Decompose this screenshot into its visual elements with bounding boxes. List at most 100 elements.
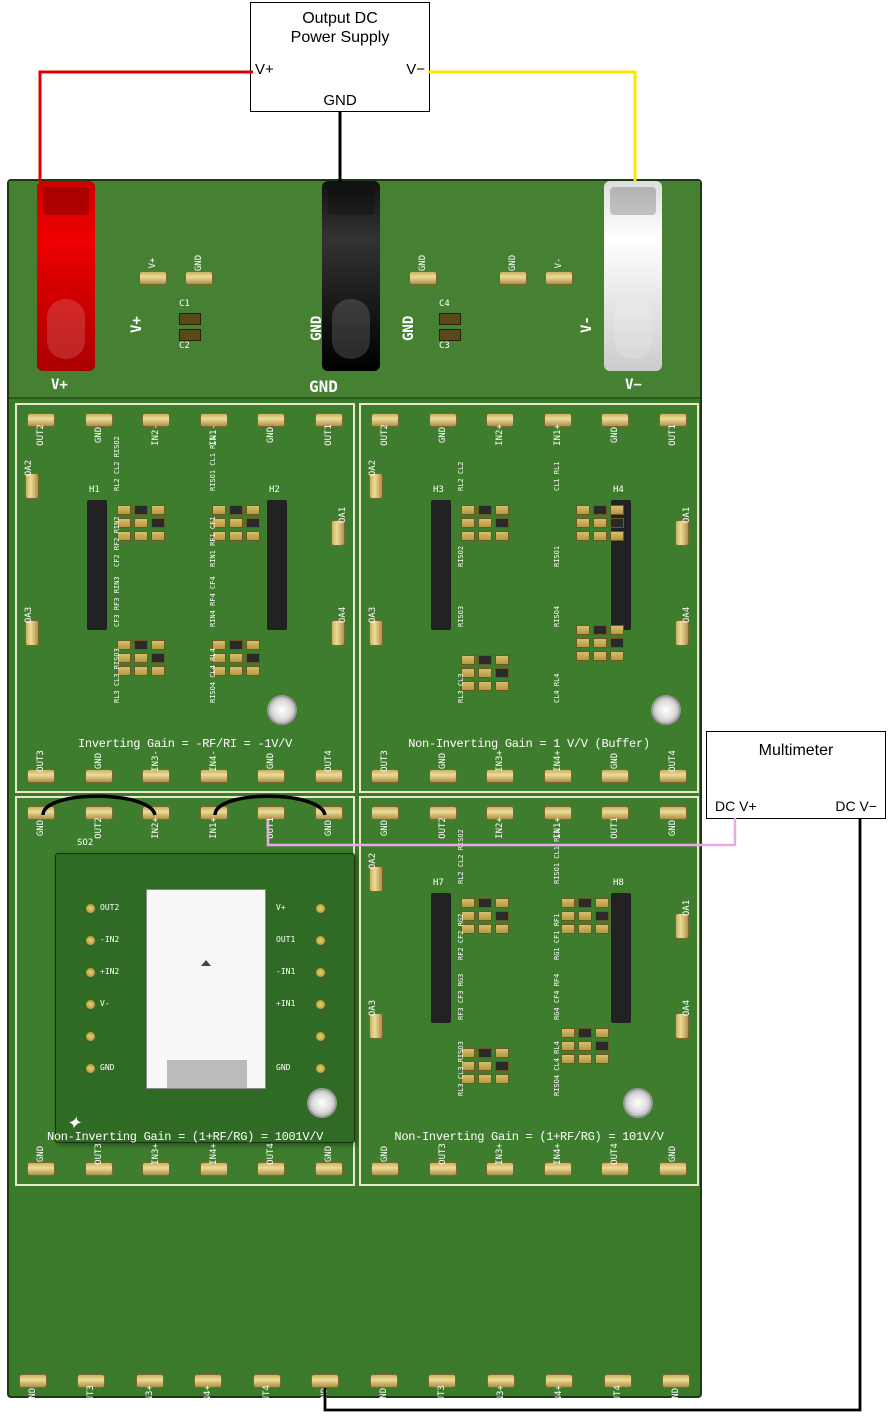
daughter-pin[interactable] [86,1032,95,1041]
test-pad[interactable]: GND [429,413,457,427]
test-pad[interactable]: GND [257,769,285,783]
testpoint-vplus[interactable]: V+ [139,271,167,285]
header-h2[interactable] [267,500,287,630]
test-pad[interactable]: IN3+ [486,769,514,783]
test-pad[interactable]: IN2+ [142,806,170,820]
test-pad[interactable]: IN4+ [544,1162,572,1176]
test-pad[interactable]: IN1+ [200,806,228,820]
daughter-pin[interactable] [316,1032,325,1041]
test-pad[interactable]: OUT1 [659,413,687,427]
test-pad[interactable]: IN4+ [545,1374,573,1388]
test-pad[interactable]: IN2+ [486,806,514,820]
daughter-pin[interactable] [86,1000,95,1009]
test-pad[interactable]: GND [601,769,629,783]
test-pad[interactable]: OUT3 [371,769,399,783]
test-pad[interactable]: GND [371,806,399,820]
testpoint-gnd2[interactable]: GND [409,271,437,285]
daughter-pin[interactable] [316,936,325,945]
test-pad[interactable]: OUT2 [371,413,399,427]
test-pad[interactable]: IN4- [200,769,228,783]
pad-oa4-q2[interactable] [675,620,689,646]
test-pad[interactable]: OUT2 [429,806,457,820]
test-pad[interactable]: OUT4 [257,1162,285,1176]
test-pad[interactable]: GND [257,413,285,427]
header-h8[interactable] [611,893,631,1023]
daughter-pin[interactable] [316,904,325,913]
test-pad[interactable]: OUT4 [659,769,687,783]
test-pad[interactable]: IN3+ [136,1374,164,1388]
daughter-pin[interactable] [86,1064,95,1073]
pad-oa1-q2[interactable] [675,520,689,546]
test-pad[interactable]: OUT3 [429,1162,457,1176]
header-h3[interactable] [431,500,451,630]
test-pad[interactable]: IN4+ [200,1162,228,1176]
test-pad[interactable]: IN3+ [142,1162,170,1176]
test-pad[interactable]: GND [315,1162,343,1176]
test-pad[interactable]: IN4+ [544,769,572,783]
testpoint-gnd1[interactable]: GND [185,271,213,285]
testpoint-gnd3[interactable]: GND [499,271,527,285]
test-pad[interactable]: GND [662,1374,690,1388]
gain-label-q3: Non-Inverting Gain = (1+RF/RG) = 1001V/V [29,1130,341,1144]
pad-oa3-q4[interactable] [369,1013,383,1039]
test-pad[interactable]: GND [19,1374,47,1388]
pad-oa2[interactable] [25,473,39,499]
test-pad[interactable]: OUT4 [253,1374,281,1388]
pad-oa3[interactable] [25,620,39,646]
test-pad[interactable]: IN4+ [194,1374,222,1388]
pad-oa3-q2[interactable] [369,620,383,646]
test-pad[interactable]: GND [371,1162,399,1176]
test-pad[interactable]: GND [659,1162,687,1176]
test-pad[interactable]: OUT3 [77,1374,105,1388]
pad-oa4[interactable] [331,620,345,646]
test-pad[interactable]: OUT3 [27,769,55,783]
daughter-pin[interactable] [316,1000,325,1009]
test-pad[interactable]: OUT1 [257,806,285,820]
ic-socket[interactable] [146,889,266,1089]
test-pad[interactable]: GND [315,806,343,820]
test-pad[interactable]: GND [27,806,55,820]
test-pad[interactable]: IN2- [142,413,170,427]
test-pad[interactable]: OUT1 [315,413,343,427]
test-pad[interactable]: IN3+ [487,1374,515,1388]
pad-oa1[interactable] [331,520,345,546]
test-pad[interactable]: IN3- [142,769,170,783]
daughter-pin[interactable] [316,1064,325,1073]
test-pad[interactable]: GND [429,769,457,783]
test-pad[interactable]: OUT2 [27,413,55,427]
test-pad[interactable]: IN1- [200,413,228,427]
pad-oa4-q4[interactable] [675,1013,689,1039]
test-pad[interactable]: OUT4 [315,769,343,783]
header-h7[interactable] [431,893,451,1023]
testpoint-vminus[interactable]: V- [545,271,573,285]
daughter-pin[interactable] [86,968,95,977]
test-pad[interactable]: OUT4 [604,1374,632,1388]
test-pad[interactable]: IN3+ [486,1162,514,1176]
test-pad[interactable]: OUT4 [601,1162,629,1176]
test-pad[interactable]: IN2+ [486,413,514,427]
pad-oa2-q2[interactable] [369,473,383,499]
test-pad[interactable]: GND [370,1374,398,1388]
header-h1[interactable] [87,500,107,630]
test-pad[interactable]: OUT2 [85,806,113,820]
banana-jack-vplus[interactable] [37,181,95,371]
banana-jack-vminus[interactable] [604,181,662,371]
pad-oa2-q4[interactable] [369,866,383,892]
test-pad[interactable]: GND [85,413,113,427]
pad-label: IN2- [151,424,161,446]
banana-jack-gnd[interactable] [322,181,380,371]
test-pad[interactable]: GND [601,413,629,427]
daughter-pin[interactable] [86,904,95,913]
test-pad[interactable]: GND [311,1374,339,1388]
daughter-pin[interactable] [316,968,325,977]
test-pad[interactable]: OUT3 [85,1162,113,1176]
test-pad[interactable]: GND [659,806,687,820]
test-pad[interactable]: IN1+ [544,413,572,427]
test-pad[interactable]: GND [85,769,113,783]
test-pad[interactable]: OUT3 [428,1374,456,1388]
pad-oa1-q4[interactable] [675,913,689,939]
daughter-pin[interactable] [86,936,95,945]
test-pad[interactable]: IN1+ [544,806,572,820]
test-pad[interactable]: GND [27,1162,55,1176]
test-pad[interactable]: OUT1 [601,806,629,820]
